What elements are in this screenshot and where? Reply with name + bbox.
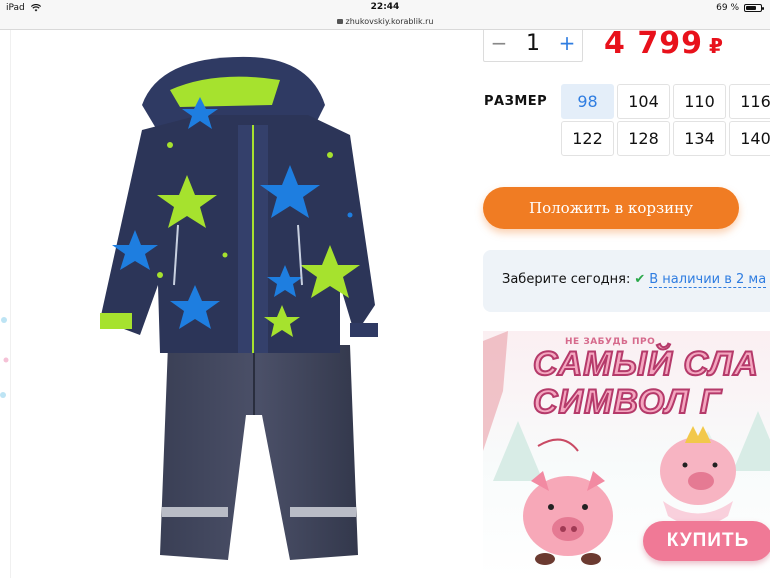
address-bar[interactable]: zhukovskiy.korablik.ru [0,16,770,30]
buy-button[interactable]: КУПИТЬ [643,521,770,561]
size-selector: 98 104 110 116 122 128 134 140 [561,84,770,156]
check-icon: ✔ [634,272,646,287]
size-option-140[interactable]: 140 [729,121,770,156]
edge-decoration [0,317,9,398]
currency-symbol: ₽ [708,34,724,58]
size-option-128[interactable]: 128 [617,121,670,156]
pickup-label: Заберите сегодня: [502,272,631,287]
status-time: 22:44 [370,2,400,12]
pickup-availability: Заберите сегодня: ✔ В наличии в 2 ма [483,250,770,312]
status-right: 69 % [716,3,764,13]
size-option-116[interactable]: 116 [729,84,770,119]
battery-icon [744,4,764,12]
price-value: 4 799 [604,30,703,61]
size-option-104[interactable]: 104 [617,84,670,119]
lock-icon [336,19,343,24]
pickup-status-link[interactable]: В наличии в 2 ма [649,272,767,288]
status-bar: iPad 22:44 69 % [0,0,770,16]
size-option-122[interactable]: 122 [561,121,614,156]
size-option-110[interactable]: 110 [673,84,726,119]
size-option-98[interactable]: 98 [561,84,614,119]
size-label: РАЗМЕР [484,94,548,109]
promo-banner[interactable]: НЕ ЗАБУДЬ ПРО САМЫЙ СЛА СИМВОЛ Г КУПИТЬ [483,331,770,578]
banner-headline-1: САМЫЙ СЛА [532,344,759,384]
product-price: 4 799 ₽ [604,30,724,61]
add-to-cart-button[interactable]: Положить в корзину [483,187,739,229]
increase-quantity-button[interactable]: + [552,33,582,53]
pickup-text: Заберите сегодня: ✔ В наличии в 2 ма [502,272,767,288]
quantity-stepper: − 1 + [483,30,583,62]
size-option-134[interactable]: 134 [673,121,726,156]
banner-headline-2: СИМВОЛ Г [532,382,722,422]
product-image [100,56,378,560]
url-text: zhukovskiy.korablik.ru [345,17,434,26]
quantity-value[interactable]: 1 [514,31,552,56]
battery-percent: 69 % [716,3,739,13]
product-page: − 1 + 4 799 ₽ РАЗМЕР 98 104 110 116 122 1… [0,30,770,578]
decrease-quantity-button[interactable]: − [484,33,514,53]
